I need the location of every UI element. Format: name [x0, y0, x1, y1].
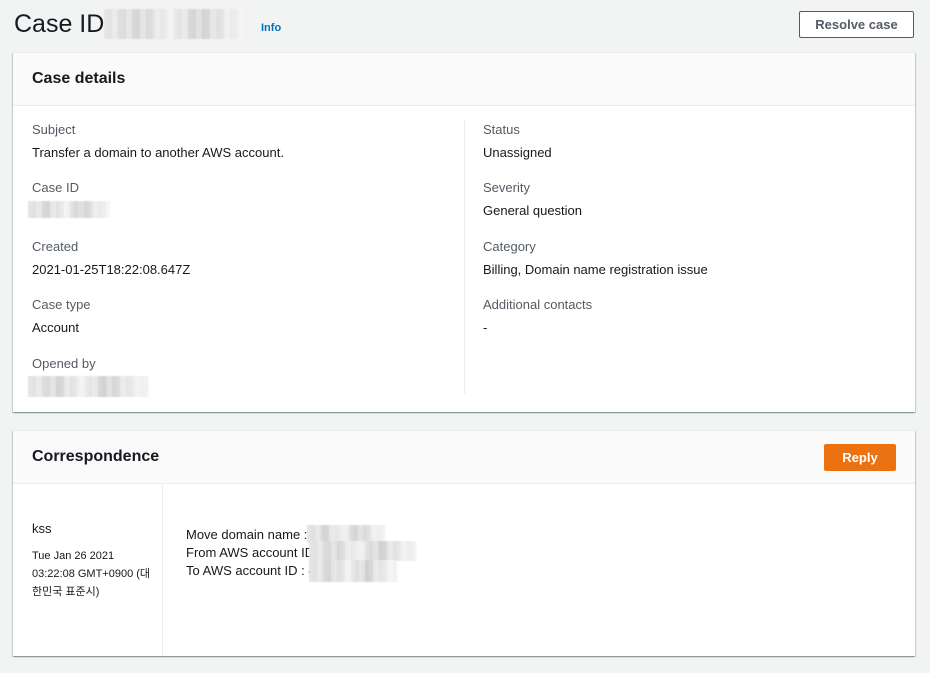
resolve-case-button[interactable]: Resolve case: [799, 11, 914, 38]
field-case-type: Case type Account: [32, 297, 91, 336]
correspondence-header: Correspondence Reply: [13, 431, 915, 484]
field-status: Status Unassigned: [483, 122, 552, 161]
message-line: From AWS account ID: [186, 545, 315, 560]
field-label: Case type: [32, 297, 91, 312]
column-divider: [464, 120, 465, 394]
field-label: Opened by: [32, 356, 96, 371]
message-line: To AWS account ID : 4: [186, 563, 316, 578]
redacted-from-account: [309, 541, 417, 561]
field-value: -: [483, 320, 488, 335]
field-value: Transfer a domain to another AWS account…: [32, 145, 284, 160]
message-line: Move domain name :: [186, 527, 308, 542]
message-body: Move domain name : From AWS account ID T…: [186, 526, 316, 580]
field-value: 2021-01-25T18:22:08.647Z: [32, 262, 191, 277]
field-opened-by: Opened by: [32, 356, 96, 372]
case-details-title: Case details: [32, 70, 126, 87]
redacted-case-id-value: [28, 201, 110, 218]
case-details-panel: Case details Subject Transfer a domain t…: [13, 52, 915, 412]
timestamp-time: 03:22:08 GMT+0900 (대한민국 표준시): [32, 568, 151, 598]
field-created: Created 2021-01-25T18:22:08.647Z: [32, 239, 190, 278]
field-case-id: Case ID: [32, 180, 79, 196]
reply-button[interactable]: Reply: [824, 444, 896, 471]
field-category: Category Billing, Domain name registrati…: [483, 239, 708, 278]
case-details-header: Case details: [13, 53, 915, 106]
field-value: Billing, Domain name registration issue: [483, 262, 708, 277]
field-value: Unassigned: [483, 145, 552, 160]
redacted-case-id: [104, 9, 250, 39]
message-timestamp: Tue Jan 26 2021 03:22:08 GMT+0900 (대한민국 …: [32, 547, 154, 601]
info-link[interactable]: Info: [261, 22, 281, 34]
field-label: Severity: [483, 180, 530, 195]
field-additional-contacts: Additional contacts -: [483, 297, 592, 336]
page-title: Case ID: [14, 10, 105, 38]
redacted-opened-by-value: [28, 376, 149, 397]
field-subject: Subject Transfer a domain to another AWS…: [32, 122, 284, 161]
correspondence-meta: kss Tue Jan 26 2021 03:22:08 GMT+0900 (대…: [13, 485, 163, 656]
field-label: Subject: [32, 122, 76, 137]
author-name: kss: [32, 521, 52, 536]
correspondence-panel: Correspondence Reply kss Tue Jan 26 2021…: [13, 430, 915, 656]
field-label: Case ID: [32, 180, 79, 195]
redacted-to-account: [309, 560, 397, 582]
field-value: General question: [483, 203, 583, 218]
field-label: Category: [483, 239, 536, 254]
field-label: Created: [32, 239, 79, 254]
page-header: Case ID Info Resolve case: [0, 0, 930, 52]
timestamp-date: Tue Jan 26 2021: [32, 550, 115, 562]
field-label: Status: [483, 122, 520, 137]
field-value: Account: [32, 320, 79, 335]
correspondence-entry: kss Tue Jan 26 2021 03:22:08 GMT+0900 (대…: [13, 485, 915, 656]
field-severity: Severity General question: [483, 180, 582, 219]
field-label: Additional contacts: [483, 297, 593, 312]
correspondence-title: Correspondence: [32, 448, 160, 465]
